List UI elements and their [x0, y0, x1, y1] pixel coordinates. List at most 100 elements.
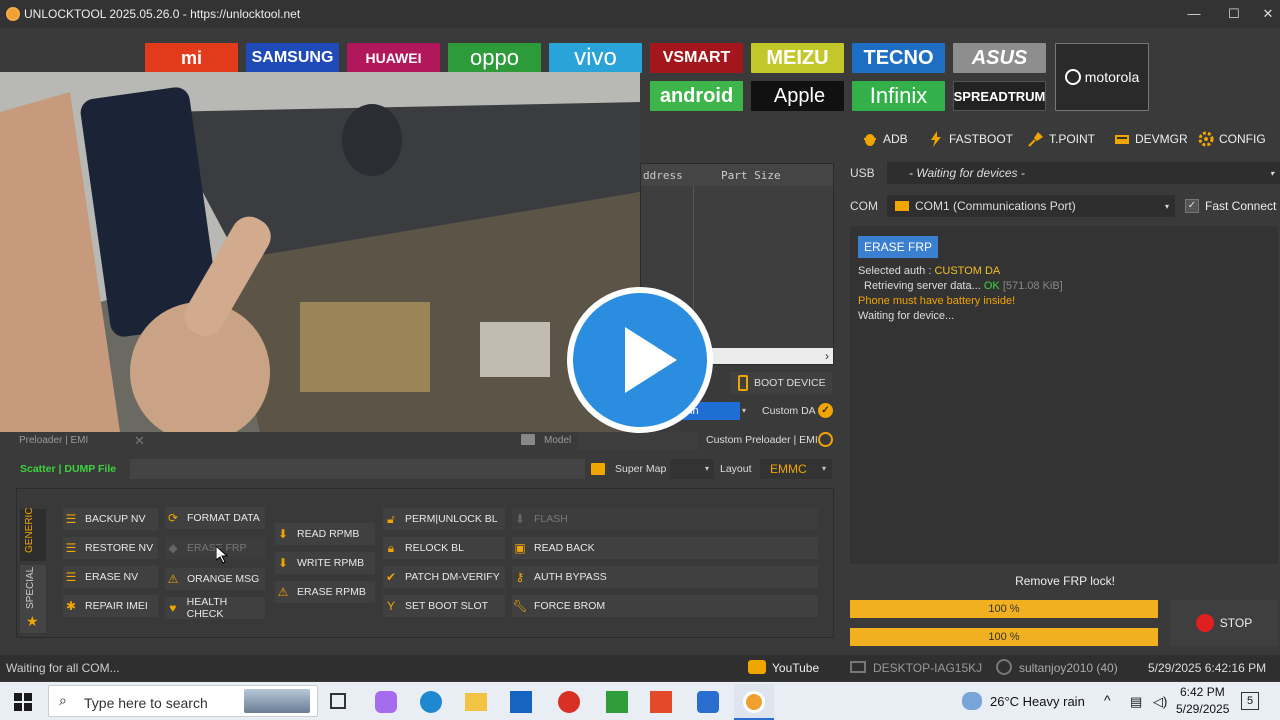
relock-bl-button[interactable]: 🔒︎ RELOCK BL — [383, 537, 505, 559]
copilot-icon[interactable] — [375, 691, 397, 713]
computer-icon — [850, 661, 866, 673]
brand-apple[interactable]: Apple — [751, 81, 844, 111]
erase-nv-button[interactable]: ☰ ERASE NV — [63, 566, 158, 588]
super-map-select[interactable]: ▾ — [670, 459, 714, 479]
brand-meizu[interactable]: MEIZU — [751, 43, 844, 73]
auth-bypass-button[interactable]: ⚷ AUTH BYPASS — [512, 566, 818, 588]
brand-android[interactable]: android — [650, 81, 743, 111]
column-address: ddress — [643, 168, 683, 182]
network-icon[interactable]: ▤ — [1130, 694, 1142, 710]
format-data-button[interactable]: ⟳ FORMAT DATA — [165, 507, 265, 529]
model-field[interactable] — [578, 432, 698, 450]
button-label: FORCE BROM — [534, 600, 606, 612]
write-rpmb-button[interactable]: ⬇ WRITE RPMB — [275, 552, 375, 574]
button-label: HEALTH CHECK — [186, 596, 228, 620]
heartbeat-icon: ♥ — [169, 601, 177, 615]
perm-unlock-bl-button[interactable]: 🔓︎ PERM|UNLOCK BL — [383, 508, 505, 530]
set-boot-slot-button[interactable]: Y SET BOOT SLOT — [383, 595, 505, 617]
brand-label: oppo — [470, 45, 519, 70]
windows-start-icon[interactable] — [14, 693, 32, 711]
boot-device-button[interactable]: BOOT DEVICE — [730, 372, 832, 394]
tab-generic[interactable]: GENERIC — [20, 507, 46, 561]
com-select[interactable]: COM1 (Communications Port) ▾ — [887, 195, 1175, 217]
brand-spreadtrum[interactable]: SPREADTRUM — [953, 81, 1046, 111]
brand-infinix[interactable]: Infinix — [852, 81, 945, 111]
log-ok: OK — [983, 280, 1000, 292]
function-panel: GENERIC SPECIAL ★ ☰ BACKUP NV ☰ RESTORE NV… — [16, 488, 834, 638]
user-icon — [996, 659, 1012, 675]
gear-icon — [1198, 131, 1214, 147]
app-icon[interactable] — [697, 691, 719, 713]
custom-preloader-radio[interactable] — [818, 432, 833, 447]
brand-vsmart[interactable]: VSMART — [650, 43, 743, 73]
maximize-button[interactable]: ☐ — [1222, 4, 1246, 24]
restore-nv-button[interactable]: ☰ RESTORE NV — [63, 537, 158, 559]
read-rpmb-button[interactable]: ⬇ READ RPMB — [275, 523, 375, 545]
brand-huawei[interactable]: HUAWEI — [347, 43, 440, 73]
stop-label: STOP — [1219, 616, 1253, 630]
status-text: Waiting for all COM... — [6, 661, 120, 675]
read-back-button[interactable]: ▣ READ BACK — [512, 537, 818, 559]
task-view-icon[interactable] — [330, 693, 346, 709]
clock-date[interactable]: 5/29/2025 — [1176, 702, 1229, 716]
flash-button[interactable]: ⬇ FLASH — [512, 508, 818, 530]
orange-msg-button[interactable]: ⚠ ORANGE MSG — [165, 568, 265, 590]
tab-special[interactable]: SPECIAL ★ — [20, 565, 46, 633]
log-text: Retrieving server data... — [864, 280, 984, 292]
stop-button[interactable]: STOP — [1170, 600, 1278, 646]
port-icon — [895, 201, 909, 211]
brand-xiaomi[interactable]: mi — [145, 43, 238, 73]
repair-imei-button[interactable]: ✱ REPAIR IMEI — [63, 595, 158, 617]
outlook-icon[interactable] — [510, 691, 532, 713]
tpoint-button[interactable]: T.POINT — [1028, 130, 1095, 148]
camtasia-icon[interactable] — [606, 691, 628, 713]
folder-icon[interactable] — [521, 434, 535, 445]
list-icon: ☰ — [65, 570, 77, 584]
brand-samsung[interactable]: SAMSUNG — [246, 43, 339, 73]
recorder-icon[interactable] — [650, 691, 672, 713]
youtube-link[interactable]: YouTube — [772, 661, 819, 675]
brand-asus[interactable]: ASUS — [953, 43, 1046, 73]
usb-select[interactable]: - Waiting for devices - ▾ — [887, 162, 1280, 184]
super-map-label: Super Map — [615, 463, 667, 475]
devmgr-button[interactable]: DEVMGR — [1114, 130, 1188, 148]
close-button[interactable]: ✕ — [1256, 4, 1280, 24]
clear-icon[interactable]: ✕ — [134, 433, 145, 449]
file-explorer-icon[interactable] — [465, 693, 487, 711]
brand-motorola[interactable]: motorola — [1055, 43, 1149, 111]
scatter-label: Scatter | DUMP File — [20, 463, 117, 475]
health-check-button[interactable]: ♥ HEALTH CHECK — [165, 596, 265, 620]
edge-icon[interactable] — [420, 691, 442, 713]
chevron-up-icon[interactable]: ^ — [1104, 692, 1111, 708]
fast-connect-checkbox[interactable]: ✓ — [1185, 199, 1199, 213]
erase-rpmb-button[interactable]: ⚠ ERASE RPMB — [275, 581, 375, 603]
chrome-icon[interactable] — [558, 691, 580, 713]
search-highlight-image — [244, 689, 310, 713]
adb-button[interactable]: ADB — [862, 130, 908, 148]
scatter-file-field[interactable] — [130, 459, 585, 479]
fastboot-button[interactable]: FASTBOOT — [928, 130, 1013, 148]
weather-text[interactable]: 26°C Heavy rain — [990, 694, 1085, 709]
brand-vivo[interactable]: vivo — [549, 43, 642, 73]
notification-icon[interactable]: 5 — [1241, 692, 1259, 710]
erase-frp-button[interactable]: ◆ ERASE FRP — [165, 537, 265, 559]
clock-time[interactable]: 6:42 PM — [1180, 685, 1225, 699]
patch-dm-verify-button[interactable]: ✔ PATCH DM-VERIFY — [383, 566, 505, 588]
force-brom-button[interactable]: 🔧︎ FORCE BROM — [512, 595, 818, 617]
config-button[interactable]: CONFIG — [1198, 130, 1266, 148]
button-label: WRITE RPMB — [297, 557, 365, 569]
chevron-down-icon[interactable]: ▾ — [742, 402, 754, 420]
brand-oppo[interactable]: oppo — [448, 43, 541, 73]
play-icon[interactable] — [567, 287, 713, 433]
folder-open-icon[interactable] — [591, 463, 605, 475]
minimize-button[interactable]: — — [1182, 4, 1206, 24]
video-player[interactable] — [0, 72, 640, 432]
custom-da-radio[interactable]: ✓ — [818, 403, 833, 418]
backup-nv-button[interactable]: ☰ BACKUP NV — [63, 508, 158, 530]
notification-count: 5 — [1246, 695, 1254, 707]
star-icon: ★ — [26, 613, 39, 629]
volume-icon[interactable]: ◁) — [1153, 694, 1167, 710]
search-input[interactable]: ⌕ Type here to search — [48, 685, 318, 717]
layout-select[interactable]: EMMC ▾ — [760, 459, 832, 479]
brand-tecno[interactable]: TECNO — [852, 43, 945, 73]
